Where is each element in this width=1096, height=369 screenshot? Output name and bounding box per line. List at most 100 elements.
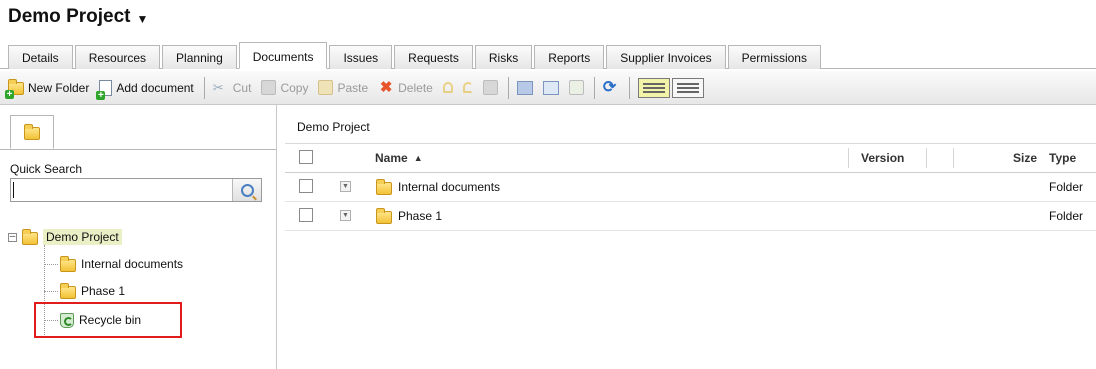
name-cell[interactable]: Internal documents [376, 173, 500, 201]
scissors-icon: ✂ [212, 79, 224, 95]
move-button[interactable] [568, 80, 584, 95]
sort-ascending-icon: ▲ [413, 153, 423, 163]
details-view-icon-line [676, 90, 699, 93]
type-cell: Folder [1049, 180, 1084, 194]
lock-button[interactable] [442, 82, 453, 93]
tree-connector [44, 291, 58, 292]
type-column-header[interactable]: Type [1049, 144, 1076, 172]
details-view-button[interactable] [671, 77, 704, 98]
computer-icon [516, 80, 533, 95]
checkout-button[interactable] [516, 80, 533, 95]
version-column-header[interactable]: Version [861, 144, 904, 172]
paste-button[interactable]: Paste [318, 80, 368, 95]
quick-search-label: Quick Search [10, 162, 83, 176]
name-header-label: Name [375, 151, 408, 165]
grid-header: Name ▲ Version Size Type [285, 143, 1096, 173]
document-list-panel: Demo Project Name ▲ Version Size Type ▼ … [285, 105, 1096, 369]
tree-node-label: Demo Project [43, 229, 122, 245]
details-view-icon [676, 82, 699, 85]
project-name: Demo Project [8, 6, 131, 27]
select-all-checkbox[interactable] [299, 150, 313, 164]
details-view-icon-line [676, 86, 699, 89]
recycle-bin-highlight [34, 302, 182, 338]
edit-icon [482, 80, 498, 95]
new-folder-button[interactable]: New Folder [5, 79, 90, 99]
row-menu-icon[interactable]: ▼ [340, 210, 351, 221]
list-view-icon-line [642, 90, 665, 93]
row-checkbox[interactable] [299, 208, 313, 222]
tab-requests[interactable]: Requests [394, 45, 473, 69]
table-row[interactable]: ▼ Internal documents Folder [285, 173, 1096, 202]
size-column-header[interactable]: Size [1013, 144, 1037, 172]
row-checkbox[interactable] [299, 179, 313, 193]
tree-node-demo-project[interactable]: – Demo Project [8, 227, 122, 247]
page-title[interactable]: Demo Project ▼ [8, 6, 148, 28]
toolbar: New Folder Add document ✂ Cut Copy Paste… [0, 71, 1096, 105]
add-document-label: Add document [116, 80, 194, 95]
quick-search-input[interactable] [10, 178, 262, 202]
copy-icon [261, 80, 277, 95]
tree-node-label: Internal documents [81, 257, 184, 271]
delete-label: Delete [398, 80, 433, 95]
column-divider [848, 148, 849, 168]
add-document-icon [96, 79, 113, 100]
delete-button[interactable]: ✖ Delete [378, 78, 433, 96]
table-row[interactable]: ▼ Phase 1 Folder [285, 202, 1096, 231]
row-name: Internal documents [398, 180, 501, 194]
copy-label: Copy [280, 80, 309, 95]
delete-x-icon: ✖ [379, 78, 393, 96]
move-icon [568, 80, 584, 95]
row-menu-icon[interactable]: ▼ [340, 181, 351, 192]
toolbar-divider [628, 76, 630, 99]
tab-reports[interactable]: Reports [534, 45, 605, 69]
add-document-button[interactable]: Add document [96, 79, 194, 100]
unlock-icon [462, 82, 473, 93]
list-view-button[interactable] [637, 77, 670, 98]
folders-tab[interactable] [10, 115, 54, 149]
text-cursor [13, 182, 14, 198]
refresh-icon: ⟳ [602, 78, 617, 96]
paste-icon [318, 80, 334, 95]
tree-connector [44, 264, 58, 265]
new-folder-label: New Folder [28, 80, 90, 95]
tab-planning[interactable]: Planning [162, 45, 237, 69]
name-cell[interactable]: Phase 1 [376, 202, 442, 230]
column-divider [953, 148, 954, 168]
left-tabstrip [0, 105, 276, 150]
edit-document-button[interactable] [482, 80, 498, 95]
name-column-header[interactable]: Name ▲ [375, 144, 423, 172]
tab-risks[interactable]: Risks [474, 45, 533, 69]
folder-icon [60, 255, 76, 272]
tab-bar: Details Resources Planning Documents Iss… [0, 42, 1096, 69]
folder-icon [24, 123, 40, 140]
folder-icon [376, 178, 392, 195]
tab-supplier-invoices[interactable]: Supplier Invoices [606, 45, 726, 69]
column-divider [926, 148, 927, 168]
properties-icon [542, 80, 559, 95]
cut-label: Cut [232, 80, 252, 95]
lock-icon [442, 82, 453, 93]
folder-open-icon [22, 228, 38, 245]
tree-node-label: Phase 1 [81, 284, 126, 298]
folder-icon [60, 282, 76, 299]
tab-resources[interactable]: Resources [74, 45, 161, 69]
tree-node-internal-documents[interactable]: Internal documents [60, 254, 183, 274]
tree-node-phase-1[interactable]: Phase 1 [60, 281, 125, 301]
tab-issues[interactable]: Issues [329, 45, 393, 69]
document-grid: Name ▲ Version Size Type ▼ Internal docu… [285, 143, 1096, 231]
search-button[interactable] [232, 179, 261, 201]
folder-icon [376, 207, 392, 224]
tab-documents[interactable]: Documents [238, 42, 328, 69]
unlock-button[interactable] [462, 82, 473, 93]
refresh-button[interactable]: ⟳ [602, 78, 619, 96]
list-view-icon-line [642, 86, 665, 89]
tab-details[interactable]: Details [8, 45, 73, 69]
toolbar-divider [203, 76, 205, 99]
tab-permissions[interactable]: Permissions [727, 45, 821, 69]
collapse-icon[interactable]: – [8, 231, 17, 242]
properties-button[interactable] [542, 80, 559, 95]
breadcrumb[interactable]: Demo Project [297, 120, 370, 134]
chevron-down-icon[interactable]: ▼ [136, 12, 148, 26]
copy-button[interactable]: Copy [261, 80, 308, 95]
cut-button[interactable]: ✂ Cut [213, 80, 252, 96]
